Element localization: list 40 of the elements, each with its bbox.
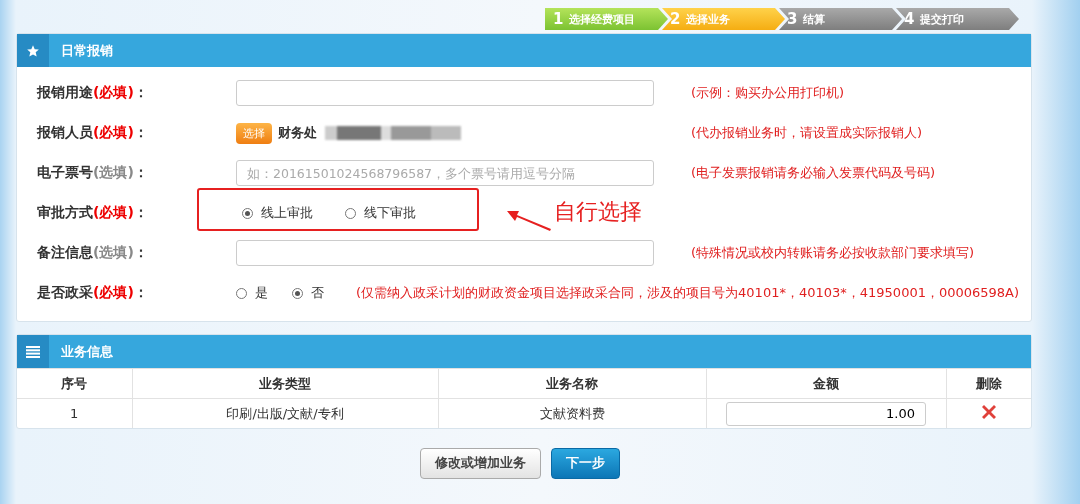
text-field[interactable] bbox=[236, 240, 654, 266]
radio-icon[interactable] bbox=[242, 207, 253, 219]
panel-title: 业务信息 bbox=[61, 342, 113, 361]
progress-step: 1 选择经费项目 bbox=[545, 8, 668, 30]
edit-button[interactable]: 修改或增加业务 bbox=[420, 448, 541, 479]
radio-option[interactable]: 是 bbox=[236, 284, 268, 302]
arrow-icon bbox=[507, 209, 551, 231]
radio-icon[interactable] bbox=[236, 287, 247, 299]
panel-title: 日常报销 bbox=[61, 41, 113, 60]
hint-text: (特殊情况或校内转账请务必按收款部门要求填写) bbox=[691, 244, 975, 262]
progress-step: 4 提交打印 bbox=[896, 8, 1019, 30]
column-header: 删除 bbox=[946, 368, 1031, 399]
progress-step: 3 结算 bbox=[779, 8, 902, 30]
radio-icon[interactable] bbox=[292, 287, 303, 299]
column-header: 序号 bbox=[17, 368, 132, 399]
field-label: 电子票号(选填)： bbox=[36, 164, 149, 182]
radio-option[interactable]: 线上审批 bbox=[242, 204, 313, 222]
delete-icon[interactable] bbox=[980, 404, 997, 420]
column-header: 业务类型 bbox=[132, 368, 438, 399]
field-label: 备注信息(选填)： bbox=[36, 244, 149, 262]
column-header: 业务名称 bbox=[438, 368, 706, 399]
field-label: 是否政采(必填)： bbox=[36, 284, 149, 302]
field-label: 报销用途(必填)： bbox=[35, 84, 149, 102]
radio-icon[interactable] bbox=[345, 207, 356, 219]
field-label: 报销人员(必填)： bbox=[35, 124, 149, 142]
text-field[interactable] bbox=[236, 80, 654, 106]
text-field[interactable]: 如：20161501024568796587，多个票号请用逗号分隔 bbox=[236, 160, 654, 186]
progress-step: 2 选择业务 bbox=[662, 8, 785, 30]
table-cell: 1 bbox=[17, 398, 132, 428]
field-label: 审批方式(必填)： bbox=[36, 204, 149, 222]
hint-text: (仅需纳入政采计划的财政资金项目选择政采合同，涉及的项目号为40101*，40103*，41950001，00006598A) bbox=[356, 284, 1020, 302]
radio-option[interactable]: 线下审批 bbox=[345, 204, 416, 222]
radio-option[interactable]: 否 bbox=[292, 284, 324, 302]
hint-text: (代办报销业务时，请设置成实际报销人) bbox=[691, 124, 923, 142]
hint-text: (示例：购买办公用打印机) bbox=[691, 84, 845, 102]
annotation-text: 自行选择 bbox=[554, 198, 642, 226]
hint-text: (电子发票报销请务必输入发票代码及号码) bbox=[691, 164, 936, 182]
amount-field[interactable]: 1.00 bbox=[726, 401, 926, 426]
department-text: 财务处 bbox=[278, 124, 317, 142]
column-header: 金额 bbox=[706, 368, 946, 399]
